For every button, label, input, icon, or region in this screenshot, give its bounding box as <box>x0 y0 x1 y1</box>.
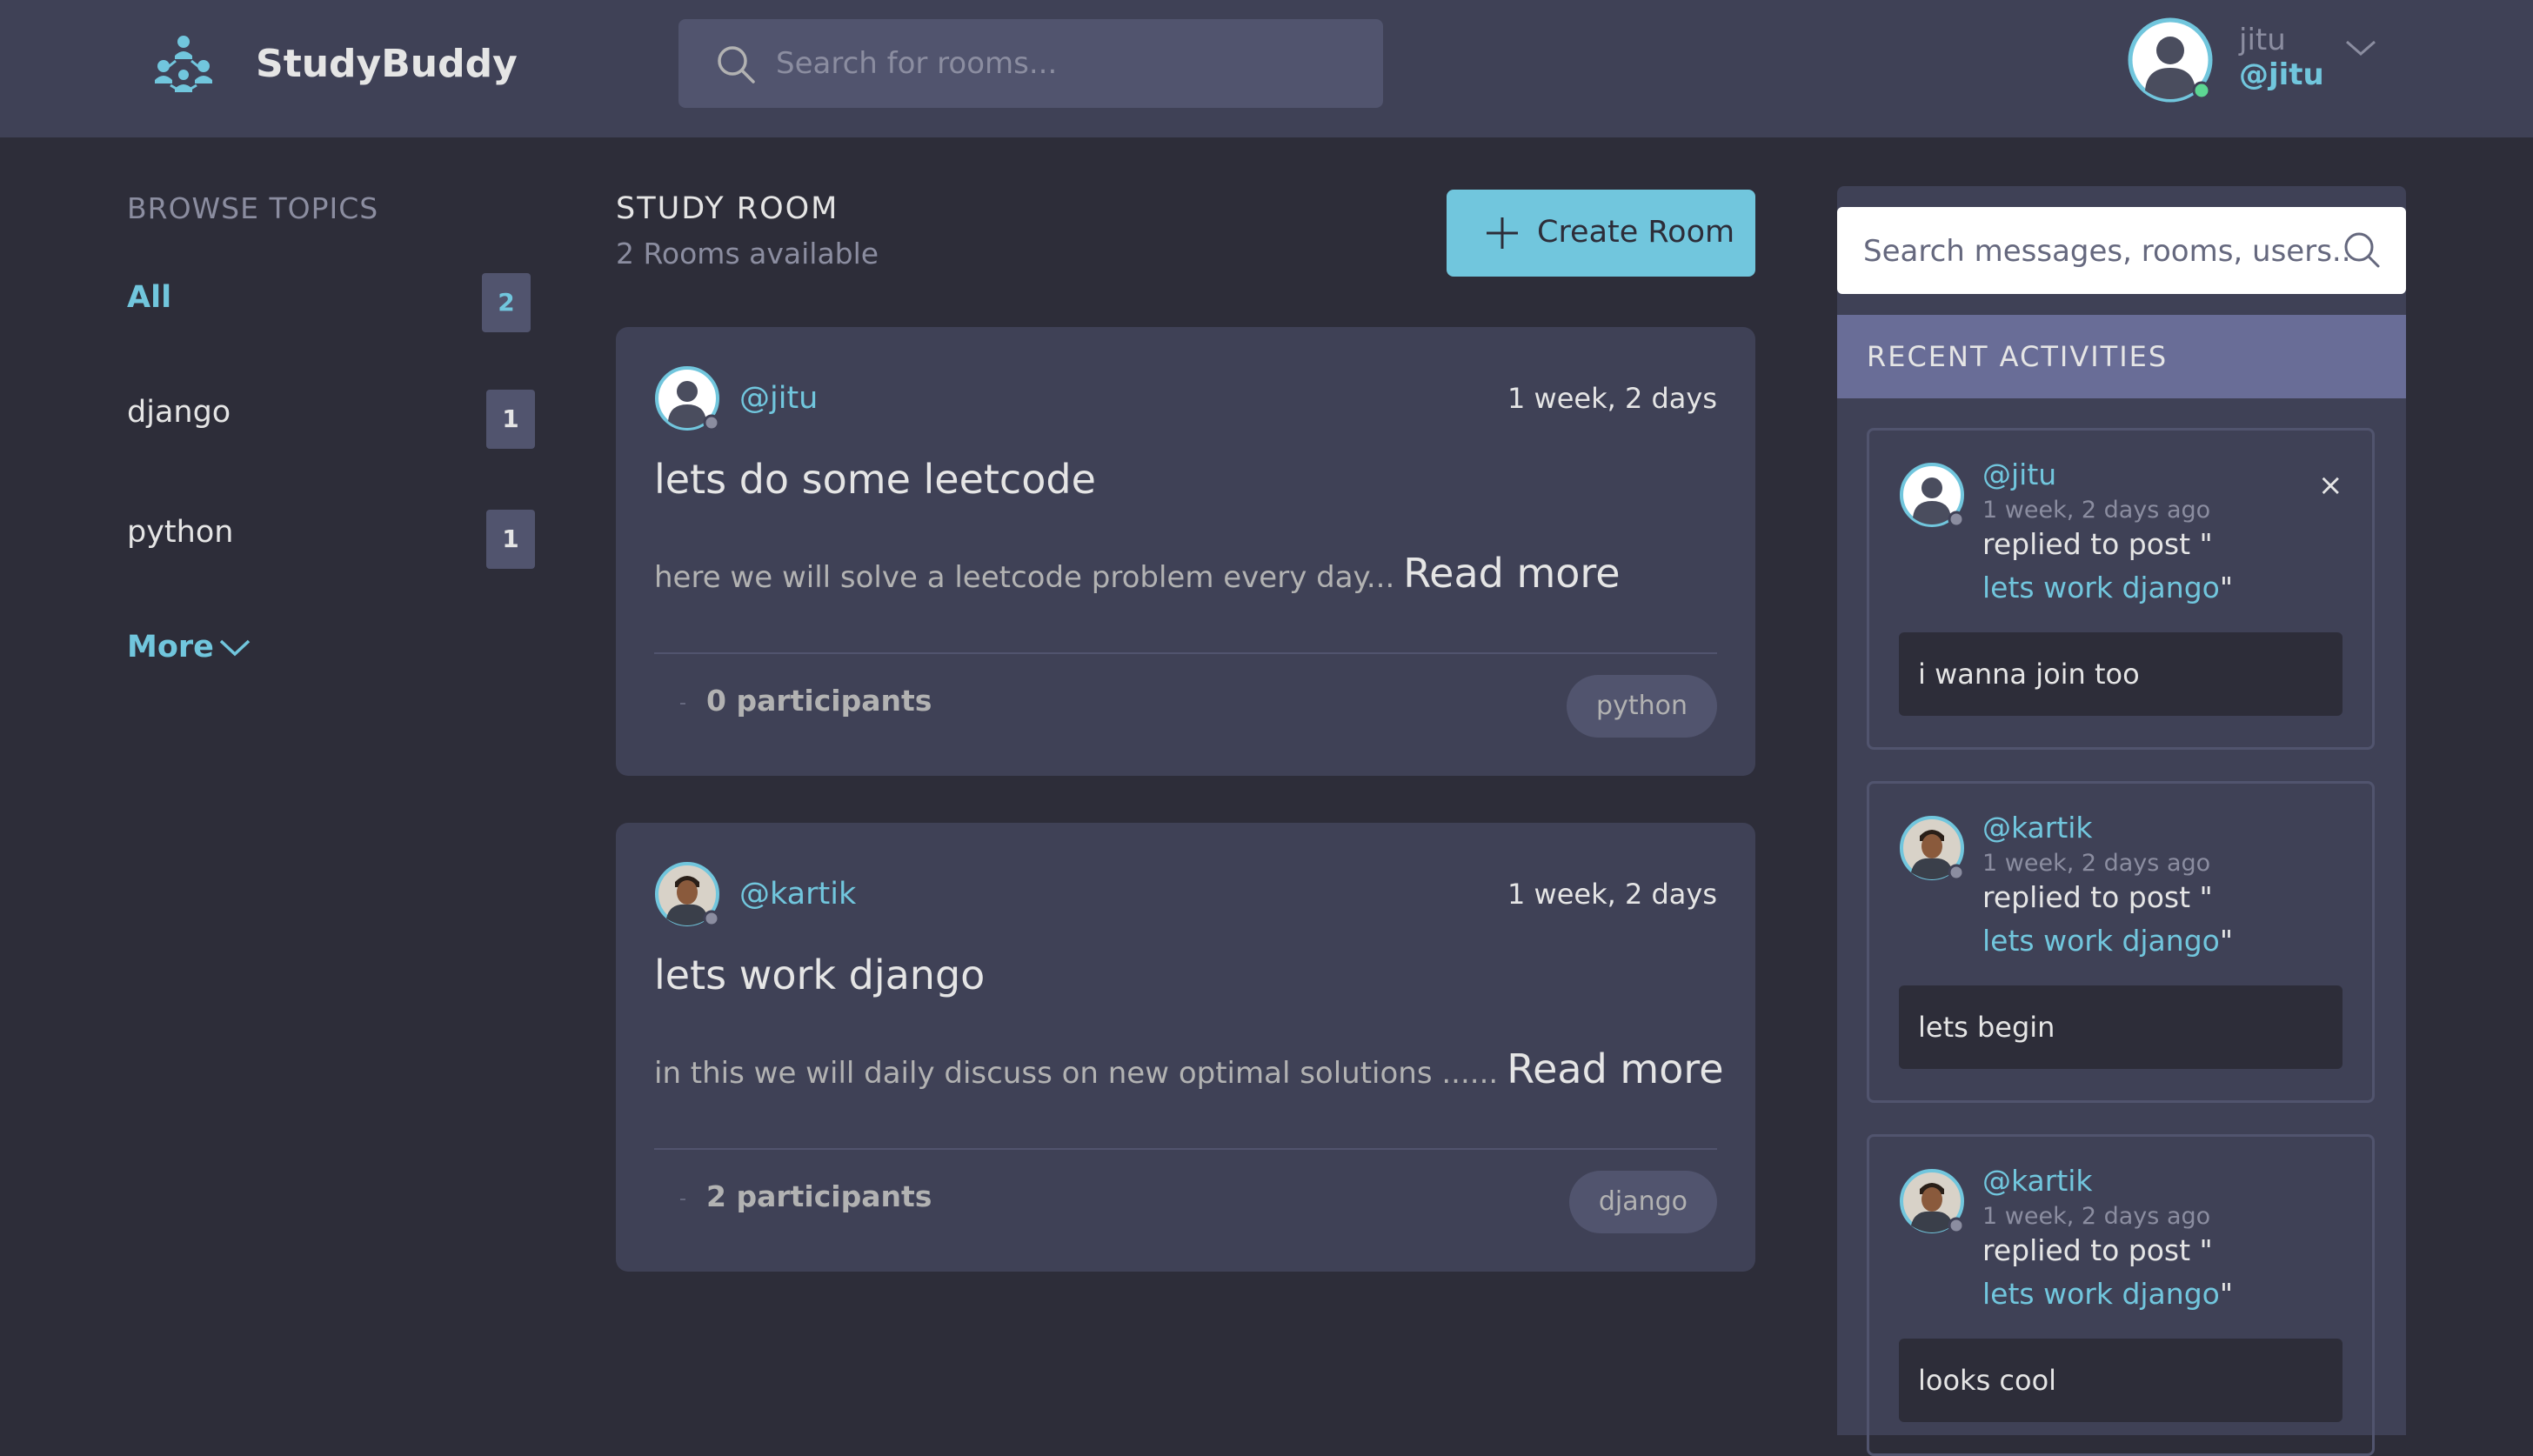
activity-time: 1 week, 2 days ago <box>1982 1203 2211 1230</box>
read-more-link[interactable]: Read more <box>1403 550 1620 597</box>
room-search[interactable] <box>678 19 1383 108</box>
activity-action: replied to post " <box>1982 880 2213 914</box>
activity-action: replied to post " <box>1982 527 2213 561</box>
plus-icon <box>1487 217 1518 249</box>
room-title[interactable]: lets work django <box>654 950 985 1000</box>
activity-item: @jitu 1 week, 2 days ago replied to post… <box>1867 428 2375 750</box>
post-quote: " <box>2219 1277 2234 1311</box>
room-time: 1 week, 2 days <box>1507 382 1717 415</box>
topic-tag[interactable]: django <box>1568 1171 1717 1233</box>
activity-search-input[interactable] <box>1863 228 2350 275</box>
room-host[interactable]: @jitu <box>739 379 818 417</box>
activity-message-text: looks cool <box>1918 1364 2057 1397</box>
topic-label: All <box>127 280 172 315</box>
room-card[interactable]: @jitu 1 week, 2 days lets do some leetco… <box>616 327 1755 776</box>
user-menu[interactable]: jitu @jitu <box>2128 17 2389 104</box>
more-label: More <box>127 630 214 665</box>
post-quote: " <box>2219 924 2234 958</box>
activity-message: lets begin <box>1899 985 2343 1069</box>
browse-topics-title: BROWSE TOPICS <box>127 191 379 225</box>
activity-user[interactable]: @jitu <box>1982 457 2056 493</box>
avatar[interactable] <box>654 861 720 927</box>
activity-message-text: lets begin <box>1918 1011 2055 1044</box>
topic-item-django[interactable]: django 1 <box>127 390 536 459</box>
room-time: 1 week, 2 days <box>1507 878 1717 911</box>
topic-item-python[interactable]: python 1 <box>127 510 536 579</box>
activity-message: i wanna join too <box>1899 632 2343 716</box>
avatar[interactable] <box>654 365 720 431</box>
divider <box>654 652 1717 654</box>
app-name: StudyBuddy <box>256 42 518 86</box>
recent-activities-header: RECENT ACTIVITIES <box>1837 315 2406 398</box>
room-description: here we will solve a leetcode problem ev… <box>654 550 1621 601</box>
topic-label: python <box>127 515 234 550</box>
activity-time: 1 week, 2 days ago <box>1982 850 2211 877</box>
chevron-down-icon <box>219 639 251 657</box>
room-card[interactable]: @kartik 1 week, 2 days lets work django … <box>616 823 1755 1272</box>
post-quote: " <box>2219 571 2234 604</box>
recent-activities-title: RECENT ACTIVITIES <box>1867 340 2169 373</box>
create-room-label: Create Room <box>1537 215 1735 250</box>
activity-search[interactable] <box>1837 207 2406 294</box>
more-topics-button[interactable]: More <box>127 628 251 666</box>
study-room-title: STUDY ROOM <box>616 191 839 226</box>
participants-count: 2 participants <box>706 1179 932 1213</box>
participants-icon <box>680 1199 685 1200</box>
participants-icon <box>680 703 685 705</box>
participants-count: 0 participants <box>706 684 932 718</box>
activity-item: @kartik 1 week, 2 days ago replied to po… <box>1867 781 2375 1103</box>
activity-user[interactable]: @kartik <box>1982 1163 2093 1199</box>
room-host[interactable]: @kartik <box>739 875 856 913</box>
top-navbar: StudyBuddy jitu @jitu <box>0 0 2533 137</box>
activity-message-text: i wanna join too <box>1918 658 2140 691</box>
search-icon <box>718 46 755 83</box>
topic-tag[interactable]: python <box>1567 675 1717 738</box>
room-description: in this we will daily discuss on new opt… <box>654 1045 1724 1097</box>
room-description-text: here we will solve a leetcode problem ev… <box>654 560 1395 595</box>
post-title[interactable]: lets work django <box>1982 571 2220 604</box>
activity-time: 1 week, 2 days ago <box>1982 497 2211 524</box>
room-description-text: in this we will daily discuss on new opt… <box>654 1056 1499 1091</box>
post-title[interactable]: lets work django <box>1982 924 2220 958</box>
search-input[interactable] <box>776 40 1350 87</box>
avatar <box>2128 17 2213 103</box>
chevron-down-icon[interactable] <box>2343 38 2378 59</box>
activity-post-link[interactable]: lets work django" <box>1982 570 2233 606</box>
topic-item-all[interactable]: All 2 <box>127 273 536 343</box>
room-title[interactable]: lets do some leetcode <box>654 454 1096 504</box>
rooms-available: 2 Rooms available <box>616 237 879 270</box>
avatar[interactable] <box>1899 815 1965 881</box>
topic-label: django <box>127 395 231 430</box>
close-icon[interactable]: × <box>2318 471 2343 500</box>
post-title[interactable]: lets work django <box>1982 1277 2220 1311</box>
topic-count-badge: 2 <box>482 273 531 332</box>
topic-count-badge: 1 <box>486 510 535 569</box>
topic-count-badge: 1 <box>486 390 535 449</box>
search-icon[interactable] <box>2342 230 2382 270</box>
create-room-button[interactable]: Create Room <box>1447 190 1755 277</box>
activity-post-link[interactable]: lets work django" <box>1982 923 2233 959</box>
activity-user[interactable]: @kartik <box>1982 810 2093 846</box>
activity-message: looks cool <box>1899 1339 2343 1422</box>
studybuddy-logo-icon <box>155 36 212 92</box>
read-more-link[interactable]: Read more <box>1507 1045 1723 1092</box>
activity-post-link[interactable]: lets work django" <box>1982 1276 2233 1312</box>
user-handle: @jitu <box>2239 57 2324 92</box>
user-name: jitu <box>2239 23 2286 57</box>
logo[interactable]: StudyBuddy <box>150 33 518 97</box>
activity-action: replied to post " <box>1982 1233 2213 1267</box>
activity-item: @kartik 1 week, 2 days ago replied to po… <box>1867 1134 2375 1456</box>
divider <box>654 1148 1717 1150</box>
avatar[interactable] <box>1899 462 1965 528</box>
avatar[interactable] <box>1899 1168 1965 1234</box>
